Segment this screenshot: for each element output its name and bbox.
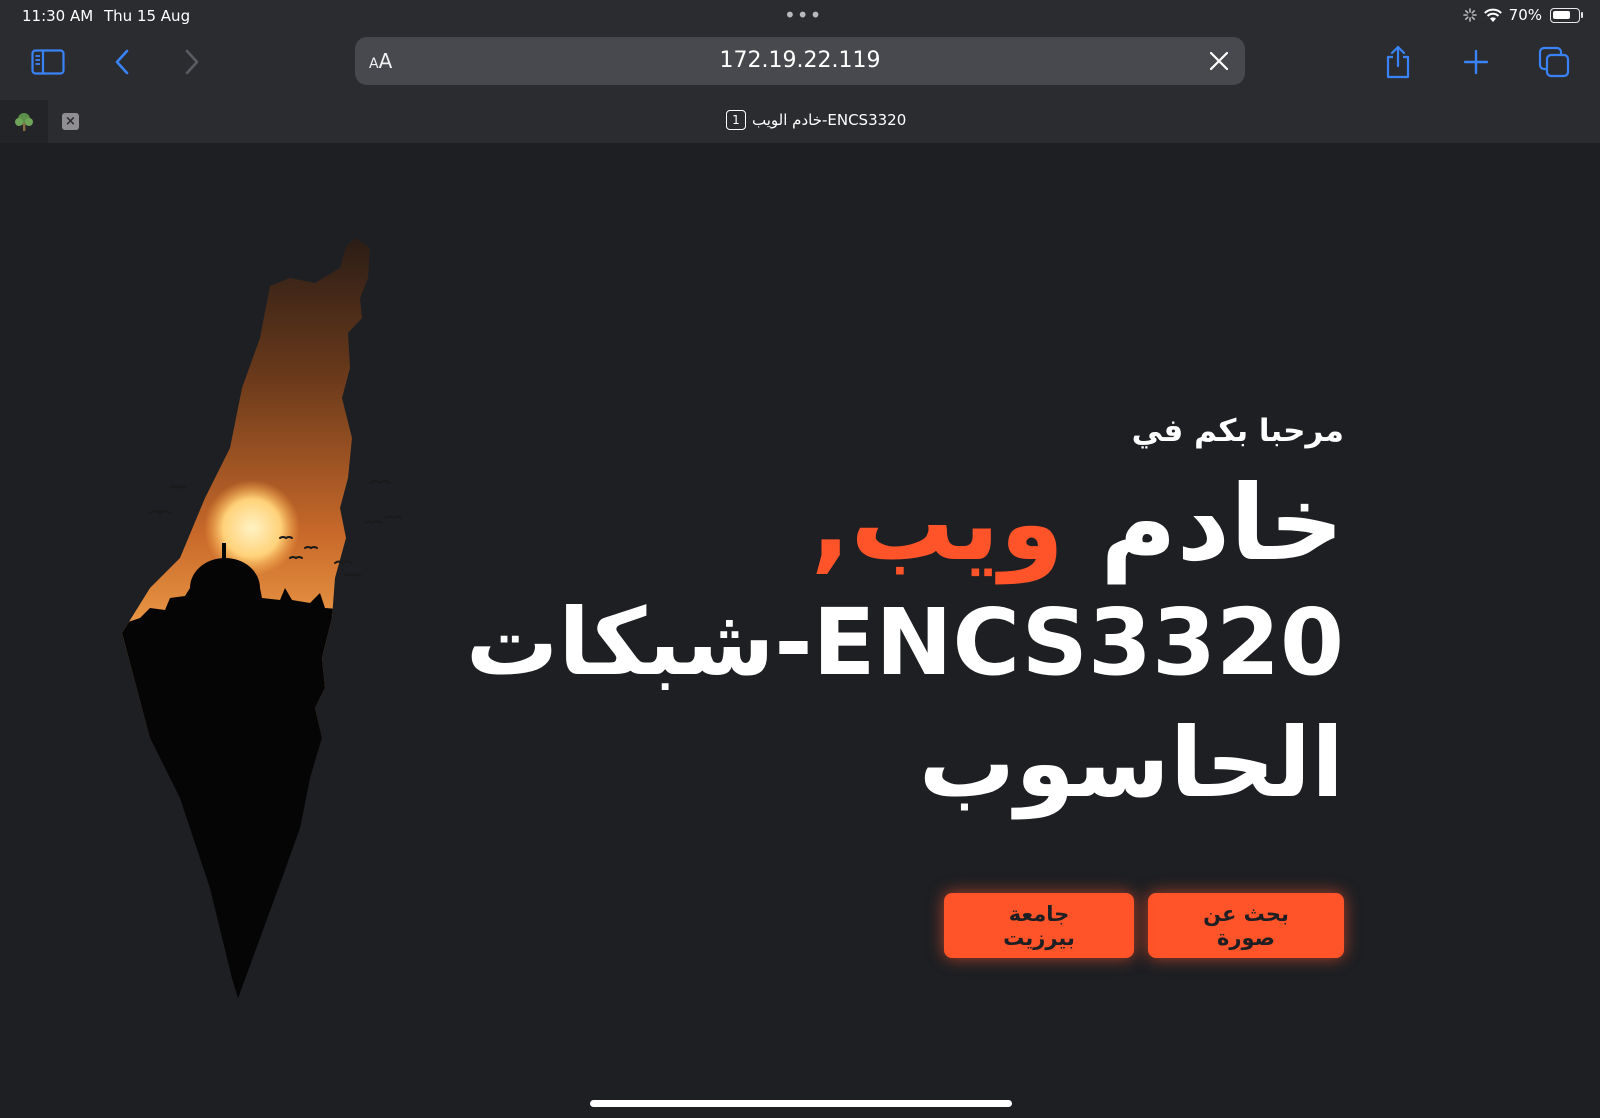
close-icon[interactable] — [1207, 49, 1231, 73]
status-bar: 11:30 AM Thu 15 Aug ••• 70% — [0, 0, 1600, 32]
birzeit-university-button[interactable]: جامعة بيرزيت — [944, 893, 1134, 958]
tab-title-text: خادم الويب-ENCS3320 — [752, 111, 907, 129]
search-image-button[interactable]: بحث عن صورة — [1148, 893, 1344, 958]
tabs-icon — [1538, 46, 1570, 78]
hero-title-line2: ENCS3320-شبكات — [465, 589, 1344, 696]
title-accent-word: ويب, — [810, 462, 1065, 584]
pinned-tab[interactable] — [0, 100, 48, 143]
hero-title-line3: الحاسوب — [918, 707, 1344, 819]
tab-strip: × 1 خادم الويب-ENCS3320 — [0, 100, 1600, 143]
hero-text: مرحبا بكم في خادم ويب, ENCS3320-شبكات ال… — [444, 413, 1344, 823]
back-button[interactable] — [100, 42, 144, 82]
tree-favicon-icon — [15, 112, 33, 131]
web-page: مرحبا بكم في خادم ويب, ENCS3320-شبكات ال… — [0, 143, 1600, 1118]
battery-percent: 70% — [1508, 6, 1542, 24]
hero-buttons: بحث عن صورة جامعة بيرزيت — [944, 893, 1344, 958]
address-bar[interactable]: AA 172.19.22.119 — [355, 37, 1245, 85]
status-time: 11:30 AM — [22, 7, 94, 25]
battery-icon — [1550, 7, 1583, 23]
sidebar-button[interactable] — [26, 42, 70, 82]
new-tab-button[interactable] — [1454, 42, 1498, 82]
safari-toolbar: AA 172.19.22.119 — [0, 32, 1600, 94]
title-word: خادم — [1100, 462, 1344, 584]
status-right: 70% — [1462, 6, 1583, 24]
share-button[interactable] — [1376, 42, 1420, 82]
tab-overview-button[interactable] — [1532, 42, 1576, 82]
welcome-text: مرحبا بكم في — [1131, 413, 1344, 449]
back-icon — [115, 49, 129, 75]
home-indicator[interactable] — [590, 1100, 1012, 1107]
browser-chrome: 11:30 AM Thu 15 Aug ••• 70% AA 172.19.22… — [0, 0, 1600, 143]
activity-icon — [1462, 8, 1477, 22]
plus-icon — [1463, 49, 1489, 75]
hero-title-line1: خادم ويب, — [444, 463, 1344, 583]
multitasking-dots[interactable]: ••• — [784, 5, 822, 25]
palestine-map-illustration — [122, 238, 402, 998]
forward-button[interactable] — [170, 42, 214, 82]
wifi-icon — [1483, 8, 1502, 22]
tab-count-badge: 1 — [726, 110, 746, 130]
share-icon — [1386, 45, 1410, 79]
url-text[interactable]: 172.19.22.119 — [355, 48, 1245, 73]
tab-close-button[interactable]: × — [62, 113, 79, 130]
active-tab-title[interactable]: 1 خادم الويب-ENCS3320 — [726, 110, 906, 130]
status-date: Thu 15 Aug — [104, 7, 191, 25]
sidebar-icon — [31, 49, 65, 75]
forward-icon — [185, 49, 199, 75]
